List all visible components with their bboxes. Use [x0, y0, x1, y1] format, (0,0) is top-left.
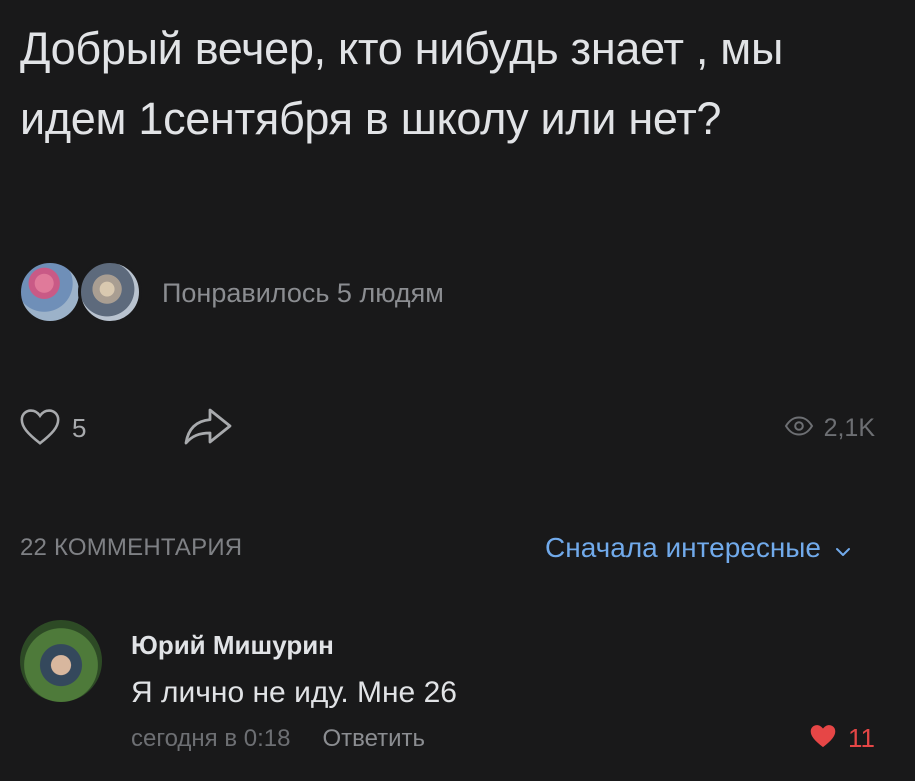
- comment-like-count: 11: [848, 722, 875, 753]
- eye-icon: [784, 414, 824, 443]
- reply-button[interactable]: Ответить: [322, 725, 425, 753]
- share-button[interactable]: [182, 406, 234, 451]
- post-actions: 5 2,1K: [18, 398, 875, 458]
- chevron-down-icon: [821, 532, 851, 564]
- comment-text: Я лично не иду. Мне 26: [131, 676, 457, 709]
- share-icon: [182, 406, 234, 451]
- comment-meta: сегодня в 0:18 Ответить: [131, 725, 425, 753]
- comment-item: Юрий Мишурин Я лично не иду. Мне 26 сего…: [20, 612, 875, 762]
- comment-author[interactable]: Юрий Мишурин: [131, 630, 334, 661]
- likers-row[interactable]: Понравилось 5 людям: [18, 258, 444, 328]
- heart-icon: [18, 406, 62, 451]
- comments-count: 22 КОММЕНТАРИЯ: [20, 534, 243, 561]
- liker-avatar: [18, 260, 82, 324]
- comment-like-button[interactable]: 11: [808, 722, 875, 754]
- comments-header: 22 КОММЕНТАРИЯ Сначала интересные: [20, 528, 851, 568]
- sort-label: Сначала интересные: [545, 532, 821, 563]
- comment-time: сегодня в 0:18: [131, 725, 291, 752]
- views-count: 2,1K: [823, 413, 875, 442]
- like-count: 5: [72, 412, 87, 443]
- views: 2,1K: [784, 414, 875, 443]
- likers-text: Понравилось 5 людям: [162, 277, 444, 308]
- sort-dropdown[interactable]: Сначала интересные: [545, 532, 851, 564]
- like-button[interactable]: 5: [18, 406, 86, 451]
- liker-avatar: [78, 260, 142, 324]
- post-text: Добрый вечер, кто нибудь знает , мы идем…: [20, 23, 783, 144]
- avatar[interactable]: [20, 620, 102, 702]
- liker-avatars: [18, 258, 144, 328]
- heart-filled-icon: [808, 722, 838, 754]
